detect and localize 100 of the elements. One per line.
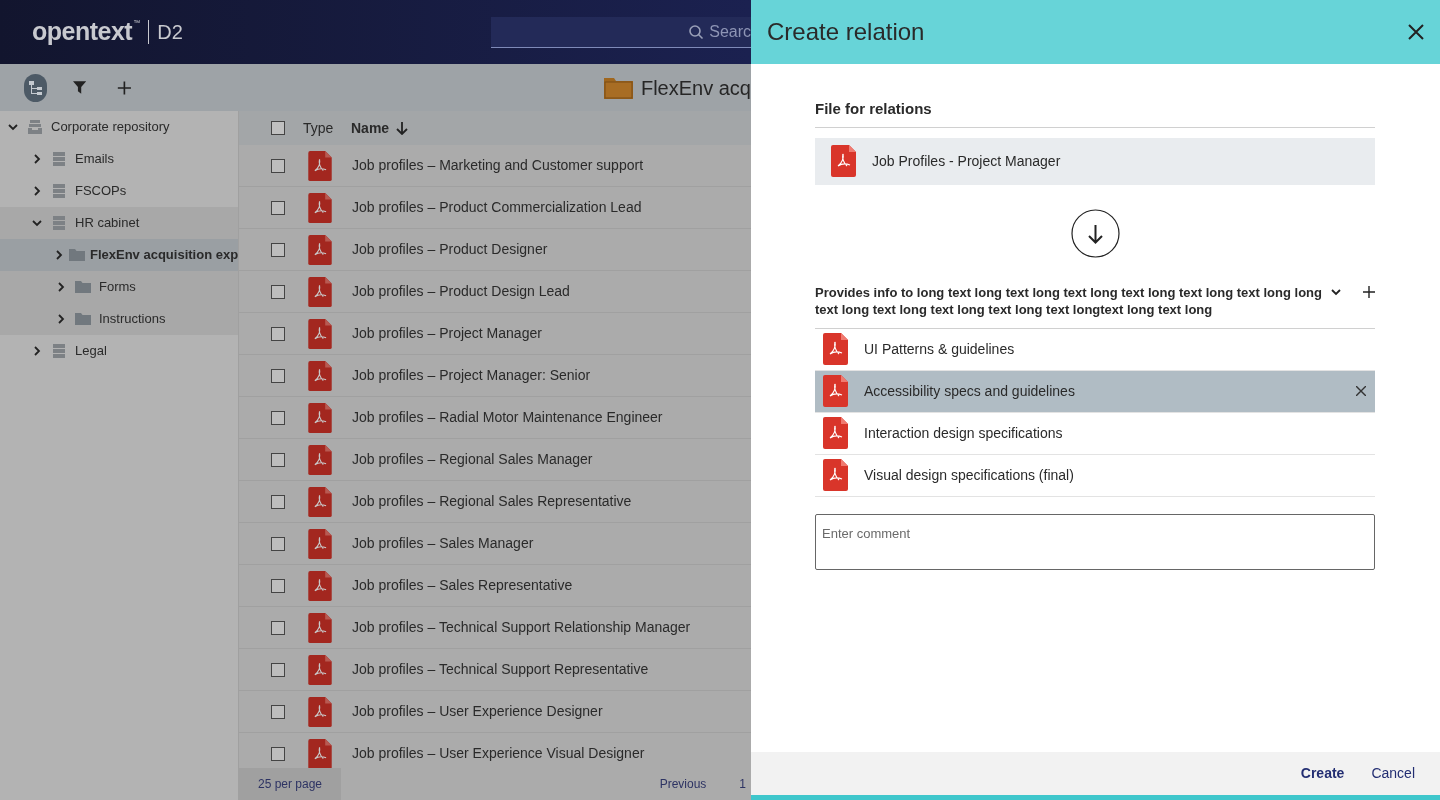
related-file-row[interactable]: Interaction design specifications (815, 412, 1375, 455)
comment-placeholder: Enter comment (822, 525, 911, 541)
previous-link[interactable]: Previous (659, 775, 707, 793)
chevron-right-icon[interactable] (33, 346, 41, 356)
row-checkbox[interactable] (271, 326, 285, 341)
tree-item[interactable]: HR cabinet (0, 207, 238, 239)
folder-icon (69, 249, 85, 261)
file-name[interactable]: Job profiles – Sales Manager (352, 533, 534, 554)
pdf-file-icon (308, 570, 332, 601)
file-name[interactable]: Job profiles – Regional Sales Manager (352, 449, 593, 470)
row-checkbox[interactable] (271, 704, 285, 719)
close-icon[interactable] (1408, 24, 1424, 40)
pdf-file-icon (308, 612, 332, 643)
pdf-file-icon (308, 276, 332, 307)
pdf-file-icon (823, 333, 848, 365)
tree-item[interactable]: Emails (0, 143, 238, 175)
related-file-row[interactable]: Visual design specifications (final) (815, 454, 1375, 497)
cancel-button[interactable]: Cancel (1371, 763, 1415, 784)
tree-item[interactable]: FlexEnv acquisition exp (0, 239, 238, 271)
relation-label: Provides info to long text long text long text long text long text long text long long text long text long text long text long text longtext long text long (815, 283, 1323, 318)
search-field[interactable]: Searc (491, 17, 751, 48)
file-name[interactable]: Job profiles – Sales Representative (352, 575, 573, 596)
pdf-file-icon (308, 360, 332, 391)
search-placeholder: Searc (709, 22, 751, 42)
file-name[interactable]: Job profiles – Project Manager: Senior (352, 365, 591, 386)
related-file-row[interactable]: Accessibility specs and guidelines (815, 370, 1375, 413)
pdf-file-icon (308, 654, 332, 685)
create-button[interactable]: Create (1300, 763, 1345, 784)
chevron-right-icon[interactable] (33, 186, 41, 196)
tree-view-button[interactable] (24, 73, 47, 102)
tree-item-label: Legal (75, 342, 107, 361)
row-checkbox[interactable] (271, 620, 285, 635)
add-icon[interactable] (1363, 285, 1375, 298)
folder-title: FlexEnv acq (640, 75, 751, 101)
folder-icon (603, 76, 633, 99)
chevron-down-icon[interactable] (8, 123, 18, 131)
pdf-file-icon (308, 444, 332, 475)
tree-item[interactable]: Instructions (0, 303, 238, 335)
file-name[interactable]: Job profiles – Technical Support Representative (352, 659, 649, 680)
chevron-right-icon[interactable] (57, 282, 65, 292)
row-checkbox[interactable] (271, 200, 285, 215)
cabinet-icon (53, 344, 65, 358)
file-name[interactable]: Job profiles – Technical Support Relationship Manager (352, 617, 691, 638)
page-number[interactable]: 1 (739, 775, 746, 793)
select-all-checkbox[interactable] (271, 121, 285, 135)
row-checkbox[interactable] (271, 578, 285, 593)
pdf-file-icon (308, 192, 332, 223)
pdf-file-icon (823, 375, 848, 407)
hierarchy-icon (27, 79, 44, 96)
file-name: Visual design specifications (final) (864, 465, 1074, 485)
file-name[interactable]: Job profiles – Marketing and Customer support (352, 155, 644, 176)
cabinet-icon (53, 152, 65, 166)
file-name[interactable]: Job profiles – Product Design Lead (352, 281, 570, 302)
file-name[interactable]: Job profiles – Project Manager (352, 323, 542, 344)
column-header[interactable]: Type (303, 117, 351, 139)
tree-item[interactable]: FSCOPs (0, 175, 238, 207)
add-icon[interactable] (117, 78, 132, 97)
row-checkbox[interactable] (271, 242, 285, 257)
remove-icon[interactable] (1356, 386, 1366, 396)
chevron-right-icon[interactable] (56, 250, 63, 260)
chevron-right-icon[interactable] (33, 154, 41, 164)
filter-icon[interactable] (73, 80, 87, 95)
comment-field[interactable]: Enter comment (815, 513, 1375, 570)
chevron-down-icon[interactable] (1331, 288, 1341, 296)
tree-item-label: FSCOPs (75, 182, 127, 201)
file-name[interactable]: Job profiles – Regional Sales Representative (352, 491, 632, 512)
arrow-down-icon (1070, 208, 1120, 258)
row-checkbox[interactable] (271, 662, 285, 677)
file-name[interactable]: Job profiles – User Experience Visual Designer (352, 743, 645, 764)
tree-item-label: Forms (99, 278, 136, 297)
row-checkbox[interactable] (271, 746, 285, 761)
tree-item[interactable]: Corporate repository (0, 111, 238, 143)
row-checkbox[interactable] (271, 410, 285, 425)
chevron-right-icon[interactable] (57, 314, 65, 324)
file-name[interactable]: Job profiles – Product Commercialization Lead (352, 197, 642, 218)
tree-item[interactable]: Forms (0, 271, 238, 303)
pdf-file-icon (831, 145, 856, 177)
row-checkbox[interactable] (271, 536, 285, 551)
pdf-file-icon (308, 696, 332, 727)
row-checkbox[interactable] (271, 494, 285, 509)
page-size-selector[interactable]: 25 per page (239, 768, 341, 800)
pdf-file-icon (823, 459, 848, 491)
related-file-row[interactable]: UI Patterns & guidelines (815, 328, 1375, 371)
column-header[interactable]: Name (351, 117, 409, 139)
file-name[interactable]: Job profiles – User Experience Designer (352, 701, 603, 722)
dialog-title: Create relation (767, 17, 925, 47)
tree-item[interactable]: Legal (0, 335, 238, 367)
file-name[interactable]: Job profiles – Radial Motor Maintenance Engineer (352, 407, 663, 428)
row-checkbox[interactable] (271, 158, 285, 173)
repository-icon (28, 120, 42, 134)
file-name[interactable]: Job profiles – Product Designer (352, 239, 548, 260)
row-checkbox[interactable] (271, 368, 285, 383)
row-checkbox[interactable] (271, 452, 285, 467)
tree-item-label: HR cabinet (75, 214, 140, 233)
row-checkbox[interactable] (271, 284, 285, 299)
chevron-down-icon[interactable] (32, 219, 42, 227)
pdf-file-icon (308, 150, 332, 181)
pdf-file-icon (308, 234, 332, 265)
folder-icon (75, 281, 91, 293)
file-name: Job Profiles - Project Manager (872, 151, 1061, 171)
